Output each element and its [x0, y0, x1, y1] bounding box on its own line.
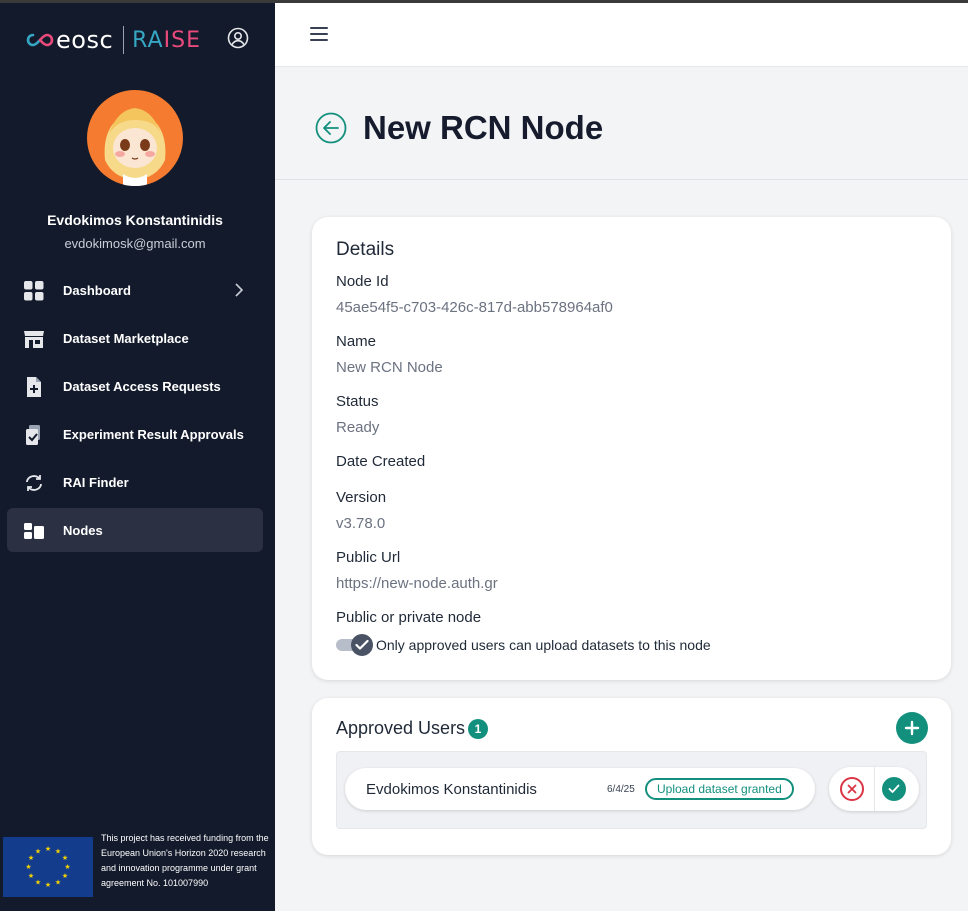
name-value: New RCN Node — [336, 359, 443, 376]
node-id-value: 45ae54f5-c703-426c-817d-abb578964af0 — [336, 299, 613, 316]
version-value: v3.78.0 — [336, 515, 386, 532]
status-label: Status — [336, 393, 379, 410]
avatar — [87, 90, 183, 186]
chevron-right-icon — [235, 283, 244, 297]
document-plus-icon — [27, 377, 41, 397]
visibility-label: Public or private node — [336, 609, 482, 626]
sidebar-item-label: Dataset Marketplace — [63, 330, 189, 346]
svg-text:★: ★ — [25, 863, 31, 871]
svg-text:★: ★ — [28, 872, 34, 880]
add-user-button[interactable] — [896, 712, 928, 744]
hamburger-menu-icon[interactable] — [310, 27, 328, 41]
page-title: New RCN Node — [363, 109, 604, 146]
page-header: New RCN Node — [275, 68, 968, 180]
sidebar: eosc RAISE Evdokimos Konstantinidis evdo… — [0, 0, 275, 911]
window-top-edge — [0, 0, 968, 3]
svg-text:★: ★ — [62, 872, 68, 880]
approved-users-count-badge: 1 — [468, 719, 488, 739]
svg-text:★: ★ — [64, 863, 70, 871]
sidebar-nav: Dashboard Dataset Marketplace Dataset Ac… — [7, 268, 263, 556]
list-item[interactable]: Evdokimos Konstantinidis 6/4/25 Upload d… — [345, 768, 815, 810]
infinity-logo-icon — [26, 33, 54, 47]
node-id-label: Node Id — [336, 273, 389, 290]
sidebar-item-dataset-marketplace[interactable]: Dataset Marketplace — [7, 316, 263, 360]
visibility-toggle[interactable] — [336, 634, 373, 656]
clipboard-check-icon — [26, 425, 40, 445]
check-icon — [888, 784, 900, 793]
status-value: Ready — [336, 419, 380, 436]
user-name: Evdokimos Konstantinidis — [47, 212, 223, 228]
svg-text:★: ★ — [35, 879, 41, 887]
svg-text:★: ★ — [62, 854, 68, 862]
approved-users-card: Approved Users 1 Evdokimos Konstantinidi… — [312, 698, 951, 855]
close-icon — [847, 784, 857, 794]
approved-user-date: 6/4/25 — [607, 784, 635, 795]
sidebar-item-label: RAI Finder — [63, 474, 129, 490]
sidebar-item-label: Experiment Result Approvals — [63, 426, 244, 442]
sidebar-item-nodes[interactable]: Nodes — [7, 508, 263, 552]
sync-icon — [26, 475, 42, 491]
funding-notice: ★ ★ ★ ★ ★ ★ ★ ★ ★ ★ ★ ★ This project has receive… — [3, 833, 273, 907]
plus-icon — [904, 720, 920, 736]
approval-actions — [829, 767, 919, 811]
funding-text: This project has received funding from t… — [101, 833, 269, 888]
sidebar-item-label: Nodes — [63, 522, 103, 538]
top-bar — [275, 3, 968, 67]
visibility-toggle-label: Only approved users can upload datasets … — [376, 637, 711, 653]
svg-text:★: ★ — [45, 881, 51, 889]
grid-icon — [24, 281, 44, 301]
user-circle-icon[interactable] — [227, 27, 249, 49]
svg-text:★: ★ — [55, 848, 61, 856]
sidebar-item-experiment-result-approvals[interactable]: Experiment Result Approvals — [7, 412, 263, 456]
approved-users-heading: Approved Users — [336, 718, 466, 738]
logo-raise-text: RAISE — [132, 27, 201, 53]
reject-button[interactable] — [840, 777, 864, 801]
check-icon — [351, 634, 373, 656]
svg-text:★: ★ — [45, 845, 51, 853]
sidebar-item-label: Dashboard — [63, 282, 131, 298]
sidebar-item-rai-finder[interactable]: RAI Finder — [7, 460, 263, 504]
user-email: evdokimosk@gmail.com — [64, 236, 206, 251]
approve-button[interactable] — [882, 777, 906, 801]
svg-text:★: ★ — [28, 854, 34, 862]
nodes-icon — [24, 523, 44, 539]
storefront-icon — [24, 331, 44, 348]
date-created-label: Date Created — [336, 453, 426, 470]
logo-divider — [123, 26, 125, 54]
name-label: Name — [336, 333, 377, 350]
svg-text:★: ★ — [55, 879, 61, 887]
version-label: Version — [336, 489, 387, 506]
logo-eosc-text: eosc — [56, 26, 114, 54]
back-arrow-icon[interactable] — [315, 112, 347, 144]
details-heading: Details — [336, 239, 395, 260]
divider — [874, 767, 875, 811]
sidebar-item-dashboard[interactable]: Dashboard — [7, 268, 263, 312]
eosc-raise-logo[interactable]: eosc RAISE — [26, 25, 201, 55]
svg-text:★: ★ — [35, 848, 41, 856]
public-url-label: Public Url — [336, 549, 401, 566]
sidebar-item-dataset-access-requests[interactable]: Dataset Access Requests — [7, 364, 263, 408]
eu-flag-icon: ★ ★★ ★★★ ★★★ ★★★ — [3, 837, 93, 897]
details-card: Details Node Id 45ae54f5-c703-426c-817d-… — [312, 217, 951, 680]
approved-users-list: Evdokimos Konstantinidis 6/4/25 Upload d… — [336, 751, 927, 829]
approved-user-name: Evdokimos Konstantinidis — [366, 781, 537, 798]
status-badge: Upload dataset granted — [645, 778, 794, 800]
public-url-value: https://new-node.auth.gr — [336, 575, 498, 592]
sidebar-item-label: Dataset Access Requests — [63, 378, 221, 394]
